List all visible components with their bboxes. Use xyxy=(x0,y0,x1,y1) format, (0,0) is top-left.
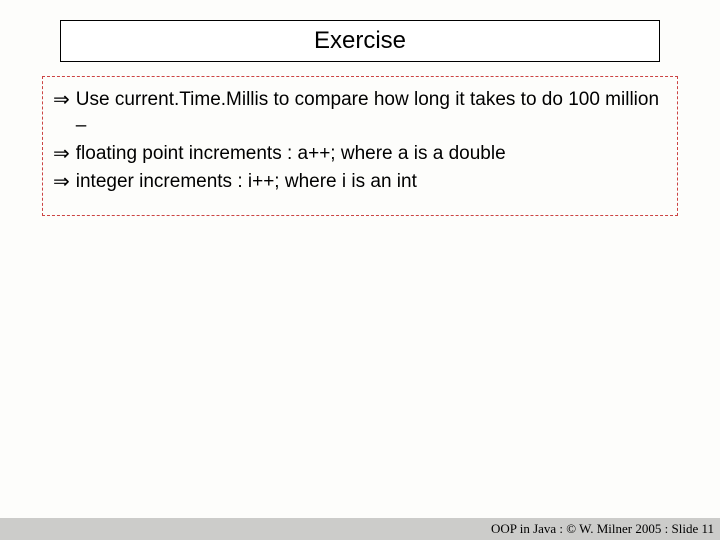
footer-bar: OOP in Java : © W. Milner 2005 : Slide 1… xyxy=(0,518,720,540)
arrow-icon: ⇒ xyxy=(53,169,70,195)
arrow-icon: ⇒ xyxy=(53,141,70,167)
title-box: Exercise xyxy=(60,20,660,62)
list-item: ⇒ integer increments : i++; where i is a… xyxy=(53,169,663,195)
arrow-icon: ⇒ xyxy=(53,87,70,113)
slide-title: Exercise xyxy=(314,27,406,55)
bullet-text: integer increments : i++; where i is an … xyxy=(76,169,417,195)
list-item: ⇒ Use current.Time.Millis to compare how… xyxy=(53,87,663,139)
footer-text: OOP in Java : © W. Milner 2005 : Slide 1… xyxy=(491,521,714,537)
bullet-text: floating point increments : a++; where a… xyxy=(76,141,506,167)
bullet-text: Use current.Time.Millis to compare how l… xyxy=(76,87,663,139)
list-item: ⇒ floating point increments : a++; where… xyxy=(53,141,663,167)
content-box: ⇒ Use current.Time.Millis to compare how… xyxy=(42,76,678,216)
